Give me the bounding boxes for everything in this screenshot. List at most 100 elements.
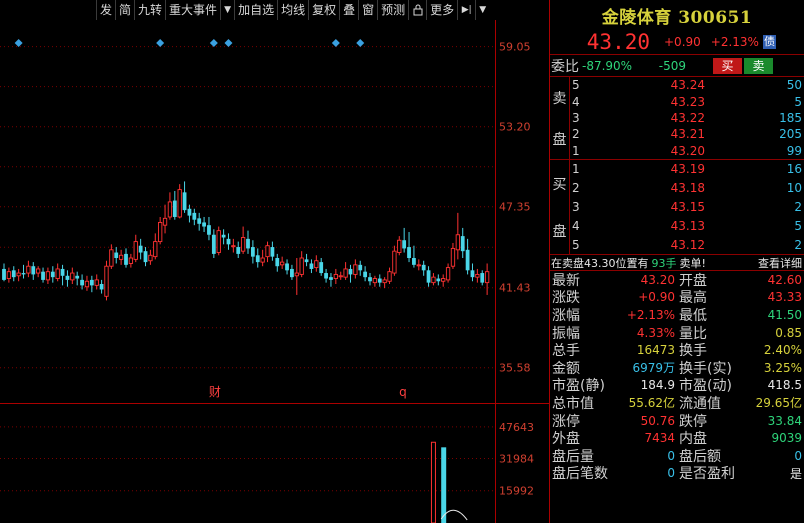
bid-price: 43.12 [670, 237, 705, 252]
candle-body [397, 239, 402, 253]
candle-body [343, 268, 348, 278]
candle-body [94, 279, 99, 286]
event-label: q [399, 385, 407, 399]
note-prefix: 在卖盘43.30位置有 [551, 256, 649, 270]
sell-button[interactable]: 卖 [744, 57, 773, 74]
candle-body [455, 234, 460, 251]
toolbar-button-fa[interactable]: 发 [96, 0, 115, 20]
stats-row: 涨停 50.76 跌停 33.84 [550, 412, 804, 430]
stat-value: 41.50 [767, 307, 802, 322]
toolbar-button-forecast[interactable]: 预测 [377, 0, 408, 20]
ask-price: 43.24 [670, 78, 705, 93]
candle-body [294, 272, 299, 277]
toolbar-button-window[interactable]: 窗 [358, 0, 377, 20]
candle-body [402, 240, 407, 249]
toolbar-button-moving-average[interactable]: 均线 [277, 0, 308, 20]
bond-badge[interactable]: 债 [762, 35, 776, 49]
candle-body [275, 258, 280, 267]
toolbar-button-overlay[interactable]: 叠 [339, 0, 358, 20]
jump-end-icon[interactable]: ▶| [457, 0, 475, 20]
bid-price: 43.15 [670, 199, 705, 214]
candle-body [290, 268, 294, 278]
candle-body [104, 265, 109, 297]
stat-value: 0 [667, 466, 675, 481]
candle-body [138, 245, 143, 253]
bid-book: 买 盘 1 43.19 16 2 43.18 10 3 43.15 2 4 43.13 5 5 43.12… [550, 160, 804, 255]
ask-side-label: 卖 盘 [550, 77, 570, 159]
lock-icon[interactable] [408, 0, 426, 20]
view-detail-link[interactable]: 查看详细 [758, 255, 804, 271]
stats-row: 总手 16473 换手 2.40% [550, 341, 804, 359]
bid-volume: 16 [786, 162, 802, 177]
ask-row[interactable]: 5 43.24 50 [570, 77, 804, 93]
stock-title: 金陵体育 300651 [601, 7, 753, 28]
bid-level: 2 [572, 181, 580, 196]
price-change-pct: +2.13% [710, 35, 759, 49]
toolbar-button-jian[interactable]: 简 [115, 0, 134, 20]
bid-level: 1 [572, 162, 580, 177]
candle-body [363, 271, 368, 278]
note-quantity: 93手 [651, 256, 677, 270]
bid-volume: 5 [794, 218, 802, 233]
candle-body [221, 234, 226, 238]
ask-volume: 99 [786, 143, 802, 158]
toolbar-button-jiuzhuan[interactable]: 九转 [134, 0, 165, 20]
stat-cell: 盘后笔数 0 [550, 463, 677, 483]
candle-body [124, 253, 128, 265]
ask-book: 卖 盘 5 43.24 50 4 43.23 5 3 43.22 185 2 43.21 205 1 43… [550, 77, 804, 160]
toolbar-button-major-events[interactable]: 重大事件 [165, 0, 220, 20]
stat-value: 0 [667, 448, 675, 463]
ask-rows: 5 43.24 50 4 43.23 5 3 43.22 185 2 43.21 205 1 43.20 9… [570, 77, 804, 159]
candle-body [60, 268, 65, 276]
bid-row[interactable]: 4 43.13 5 [570, 216, 804, 235]
stats-row: 涨跌 +0.90 最高 43.33 [550, 289, 804, 306]
candle-body [353, 264, 358, 275]
candle-body [128, 257, 134, 264]
major-events-dropdown-icon[interactable]: ▼ [220, 0, 234, 20]
candle-body [470, 270, 475, 278]
bid-row[interactable]: 2 43.18 10 [570, 179, 804, 198]
toolbar-button-add-watchlist[interactable]: 加自选 [234, 0, 277, 20]
stats-row: 最新 43.20 开盘 42.60 [550, 271, 804, 289]
stat-value: 9039 [771, 431, 802, 446]
bid-volume: 2 [794, 237, 802, 252]
candle-body [412, 258, 416, 265]
ask-row[interactable]: 3 43.22 185 [570, 110, 804, 126]
candle-body [285, 263, 289, 271]
ask-level: 1 [572, 143, 580, 158]
stat-value: 42.60 [767, 272, 802, 287]
event-marker-icon [356, 39, 365, 47]
bid-row[interactable]: 5 43.12 2 [570, 235, 804, 254]
stat-value: 43.20 [640, 272, 675, 287]
ask-row[interactable]: 4 43.23 5 [570, 93, 804, 109]
ask-level: 4 [572, 94, 580, 109]
ask-row[interactable]: 2 43.21 205 [570, 126, 804, 142]
event-marker-icon [156, 39, 165, 47]
kline-chart[interactable]: 59.05 53.20 47.35 41.43 35.58 财 q 47643 31984 159… [0, 20, 549, 523]
ask-row[interactable]: 1 43.20 99 [570, 143, 804, 159]
candle-body [158, 221, 163, 243]
candle-body [255, 255, 260, 263]
stat-value: 418.5 [767, 378, 802, 393]
toolbar-dropdown-icon[interactable]: ▼ [475, 0, 489, 20]
buy-button[interactable]: 买 [713, 57, 742, 74]
ratio-label: 委比 [551, 58, 579, 75]
candle-body [377, 278, 382, 283]
candle-body [99, 283, 104, 290]
bid-row[interactable]: 3 43.15 2 [570, 198, 804, 217]
toolbar-button-adjust[interactable]: 复权 [308, 0, 339, 20]
candle-body [304, 259, 309, 263]
candle-body [226, 238, 231, 245]
candle-body [392, 250, 397, 274]
candle-body [480, 273, 485, 283]
candle-body [236, 247, 241, 254]
event-marker-icon [331, 39, 340, 47]
candle-body [436, 278, 441, 282]
stat-cell: 是否盈利 是 [677, 463, 804, 483]
candle-body [358, 264, 363, 271]
bid-row[interactable]: 1 43.19 16 [570, 160, 804, 179]
candle-body [450, 247, 456, 267]
stat-value: 0 [794, 448, 802, 463]
toolbar-button-more[interactable]: 更多 [426, 0, 457, 20]
